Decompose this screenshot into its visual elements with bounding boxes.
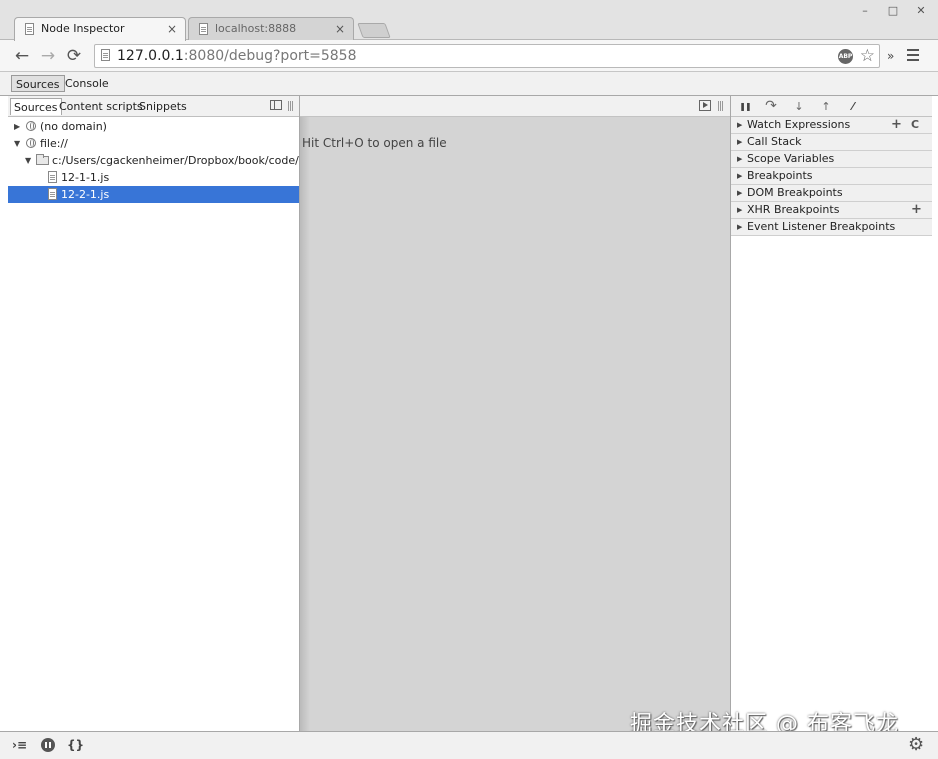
devtools-panel-tabs: Sources Console — [0, 72, 938, 96]
collapsed-triangle-icon: ▶ — [737, 189, 743, 197]
navigator-tab-snippets[interactable]: Snippets — [136, 98, 190, 115]
tree-label: file:// — [40, 137, 68, 150]
debugger-toolbar: ❚❚ ↷ ↓ ↑ ⁄ — [731, 96, 932, 117]
page-icon — [25, 23, 34, 35]
navigator-tabs: Sources Content scripts Snippets — [8, 96, 299, 117]
tab-localhost[interactable]: localhost:8888 × — [188, 17, 354, 40]
tree-item-file-12-2-1[interactable]: 12-2-1.js — [8, 186, 299, 203]
left-margin — [0, 96, 8, 731]
tree-label: 12-2-1.js — [61, 188, 110, 201]
address-bar[interactable]: 127.0.0.1:8080/debug?port=5858 ABP ☆ — [94, 44, 880, 68]
collapsed-triangle-icon[interactable]: ▶ — [14, 118, 20, 135]
bookmark-star-icon[interactable]: ☆ — [860, 45, 875, 67]
devtools-status-bar: ›≡ {} ⚙ — [0, 731, 938, 759]
globe-icon — [26, 138, 36, 148]
tab-sources[interactable]: Sources — [11, 75, 65, 92]
pane-label: Scope Variables — [747, 152, 835, 165]
pane-label: Call Stack — [747, 135, 802, 148]
file-icon — [48, 171, 57, 183]
tab-console[interactable]: Console — [61, 75, 113, 92]
tab-title: Node Inspector — [41, 22, 125, 35]
pause-on-exceptions-icon[interactable] — [41, 738, 55, 752]
pane-dom-breakpoints[interactable]: ▶ DOM Breakpoints — [731, 185, 932, 202]
navigator-tab-sources[interactable]: Sources — [10, 98, 62, 115]
globe-icon — [26, 121, 36, 131]
tree-label: c:/Users/cgackenheimer/Dropbox/book/code… — [52, 154, 313, 167]
file-icon — [48, 188, 57, 200]
refresh-watch-icon[interactable]: C — [911, 117, 919, 133]
back-button[interactable]: ← — [11, 45, 33, 67]
pane-breakpoints[interactable]: ▶ Breakpoints — [731, 168, 932, 185]
new-tab-button[interactable] — [357, 23, 391, 38]
collapsed-triangle-icon: ▶ — [737, 172, 743, 180]
extensions-chevron-icon[interactable]: » — [887, 45, 894, 67]
window-controls: – □ ✕ — [858, 4, 928, 17]
add-watch-icon[interactable]: + — [891, 117, 902, 133]
pane-label: XHR Breakpoints — [747, 203, 840, 216]
page-icon — [101, 49, 110, 61]
pane-watch-expressions[interactable]: ▶ Watch Expressions + C — [731, 117, 932, 134]
settings-gear-icon[interactable]: ⚙ — [908, 735, 924, 755]
pause-icon[interactable]: ❚❚ — [737, 99, 753, 114]
sources-navigator: Sources Content scripts Snippets ▶ (no d… — [8, 96, 313, 731]
tree-item-folder[interactable]: ▼ c:/Users/cgackenheimer/Dropbox/book/co… — [8, 152, 313, 169]
collapsed-triangle-icon: ▶ — [737, 121, 743, 129]
expanded-triangle-icon[interactable]: ▼ — [25, 152, 31, 169]
source-editor-area[interactable]: Hit Ctrl+O to open a file — [300, 96, 730, 731]
menu-icon[interactable] — [907, 49, 919, 64]
pane-label: Breakpoints — [747, 169, 813, 182]
step-out-icon[interactable]: ↑ — [818, 99, 834, 114]
tab-title: localhost:8888 — [215, 22, 297, 35]
tab-close-icon[interactable]: × — [167, 18, 177, 40]
collapsed-triangle-icon: ▶ — [737, 223, 743, 231]
console-drawer-icon[interactable]: ›≡ — [12, 737, 27, 753]
tab-close-icon[interactable]: × — [335, 18, 345, 40]
step-into-icon[interactable]: ↓ — [791, 99, 807, 114]
pane-scope-variables[interactable]: ▶ Scope Variables — [731, 151, 932, 168]
right-margin — [932, 96, 938, 731]
collapsed-triangle-icon: ▶ — [737, 155, 743, 163]
tab-node-inspector[interactable]: Node Inspector × — [14, 17, 186, 41]
url-text: 127.0.0.1:8080/debug?port=5858 — [117, 48, 357, 64]
page-icon — [199, 23, 208, 35]
pane-label: DOM Breakpoints — [747, 186, 843, 199]
tree-item-no-domain[interactable]: ▶ (no domain) — [8, 118, 299, 135]
toggle-navigator-icon[interactable] — [270, 100, 282, 110]
toggle-debugger-sidebar-icon[interactable] — [699, 100, 711, 111]
collapsed-triangle-icon: ▶ — [737, 138, 743, 146]
tree-label: (no domain) — [40, 120, 107, 133]
browser-tabstrip: Node Inspector × localhost:8888 × – □ ✕ — [0, 0, 938, 41]
add-xhr-breakpoint-icon[interactable]: + — [911, 202, 922, 218]
open-file-hint: Hit Ctrl+O to open a file — [302, 136, 447, 150]
resize-grip-icon[interactable] — [718, 101, 723, 111]
reload-button[interactable]: ⟳ — [63, 45, 85, 67]
tree-item-file-scheme[interactable]: ▼ file:// — [8, 135, 299, 152]
editor-toolbar — [300, 96, 730, 117]
pane-xhr-breakpoints[interactable]: ▶ XHR Breakpoints + — [731, 202, 932, 219]
debugger-sidebar: ❚❚ ↷ ↓ ↑ ⁄ ▶ Watch Expressions + C ▶ Cal… — [730, 96, 932, 731]
adblock-icon[interactable]: ABP — [838, 49, 853, 64]
expanded-triangle-icon[interactable]: ▼ — [14, 135, 20, 152]
maximize-button[interactable]: □ — [886, 4, 900, 17]
deactivate-breakpoints-icon[interactable]: ⁄ — [845, 99, 861, 114]
pane-event-listener-breakpoints[interactable]: ▶ Event Listener Breakpoints — [731, 219, 932, 236]
pane-label: Event Listener Breakpoints — [747, 220, 896, 233]
folder-icon — [36, 154, 49, 165]
pane-label: Watch Expressions — [747, 118, 851, 131]
forward-button[interactable]: → — [37, 45, 59, 67]
close-window-button[interactable]: ✕ — [914, 4, 928, 17]
browser-toolbar: ← → ⟳ 127.0.0.1:8080/debug?port=5858 ABP… — [0, 40, 938, 72]
step-over-icon[interactable]: ↷ — [763, 99, 779, 114]
editor-shadow — [300, 117, 310, 731]
collapsed-triangle-icon: ▶ — [737, 206, 743, 214]
resize-grip-icon[interactable] — [288, 101, 293, 111]
navigator-tab-content-scripts[interactable]: Content scripts — [56, 98, 146, 115]
pretty-print-icon[interactable]: {} — [67, 737, 84, 753]
minimize-button[interactable]: – — [858, 4, 872, 17]
pane-call-stack[interactable]: ▶ Call Stack — [731, 134, 932, 151]
tree-item-file-12-1-1[interactable]: 12-1-1.js — [8, 169, 299, 186]
tree-label: 12-1-1.js — [61, 171, 110, 184]
